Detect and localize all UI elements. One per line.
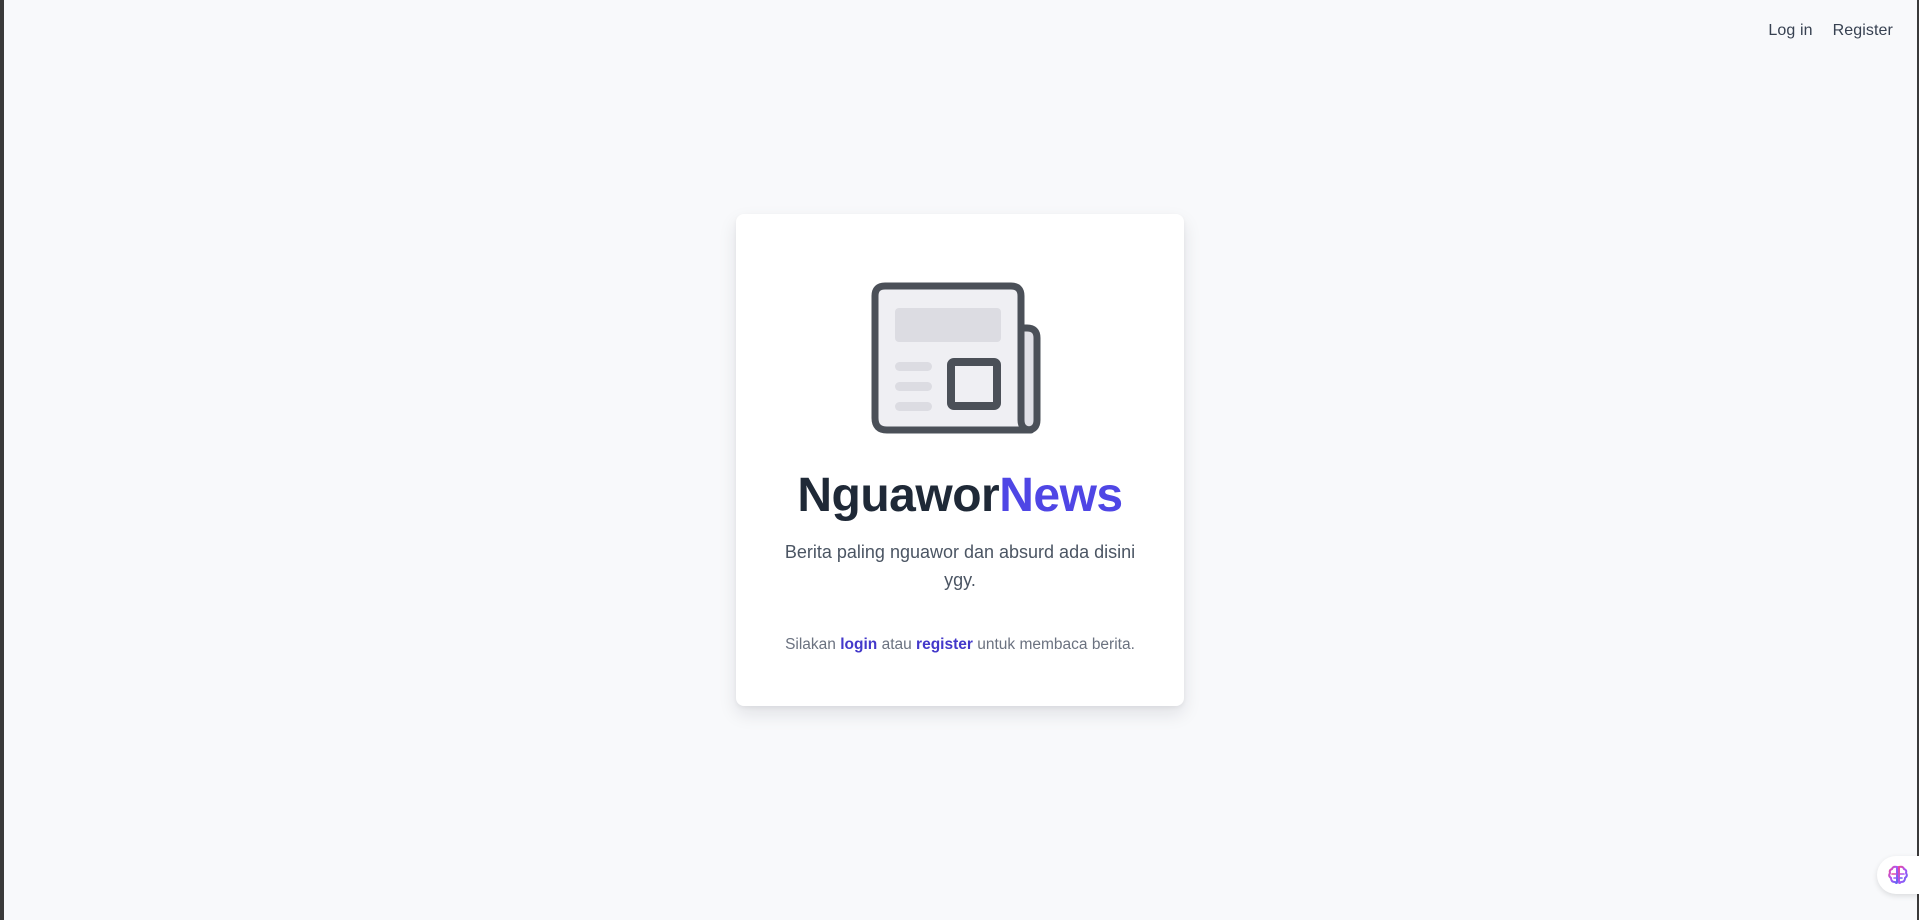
site-title-part2: News <box>999 469 1123 522</box>
site-title: NguaworNews <box>736 472 1184 520</box>
top-nav: Log in Register <box>1768 22 1893 40</box>
window-frame-left <box>0 0 4 920</box>
welcome-card: NguaworNews Berita paling nguawor dan ab… <box>736 214 1184 706</box>
cta-register-link[interactable]: register <box>916 636 973 653</box>
cta-suffix: untuk membaca berita. <box>972 636 1135 653</box>
brain-icon <box>1888 865 1908 884</box>
cta-middle: atau <box>877 636 917 653</box>
login-link[interactable]: Log in <box>1768 22 1812 40</box>
cta-text: Silakan login atau register untuk membac… <box>736 636 1184 654</box>
cta-login-link[interactable]: login <box>840 636 877 653</box>
assistant-button[interactable] <box>1877 856 1919 894</box>
site-title-part1: Nguawor <box>797 469 1000 522</box>
tagline: Berita paling nguawor dan absurd ada dis… <box>784 542 1136 590</box>
cta-prefix: Silakan <box>785 636 841 653</box>
newspaper-icon <box>871 282 1041 434</box>
register-link[interactable]: Register <box>1833 22 1893 40</box>
